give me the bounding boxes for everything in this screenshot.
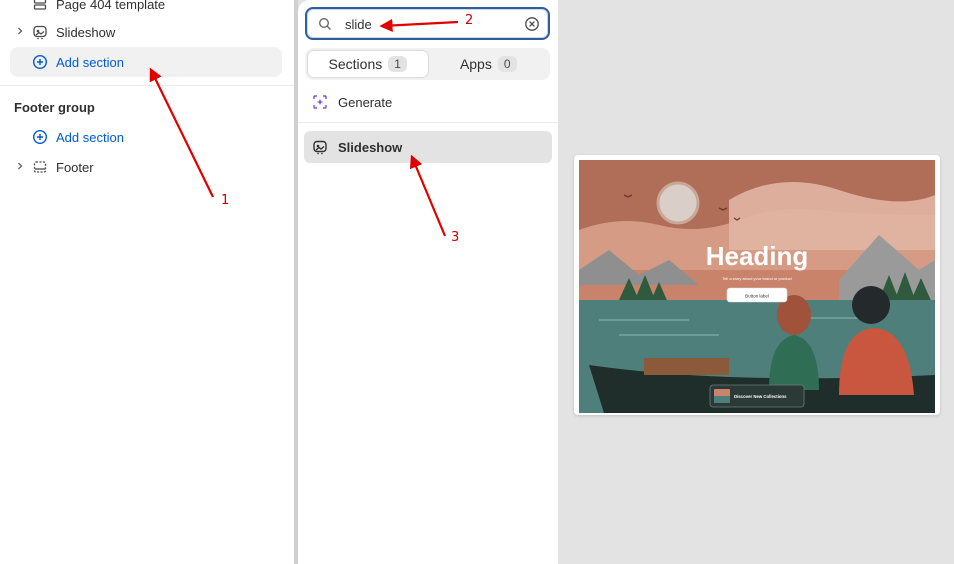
add-section-label: Add section	[56, 129, 124, 145]
chevron-right-icon[interactable]	[10, 161, 30, 174]
search-box[interactable]	[305, 7, 550, 40]
preview-bottom-card: Discover New Collections	[734, 394, 787, 399]
sidebar-item-label: Footer	[56, 159, 94, 175]
slideshow-preview-image: Heading Tell a story about your brand or…	[579, 160, 935, 413]
search-icon	[318, 17, 332, 31]
preview-button: Button label	[745, 294, 769, 299]
annotation-number: 2	[465, 13, 474, 28]
footer-group-title: Footer group	[14, 100, 95, 115]
sidebar-item-slideshow[interactable]: Slideshow	[10, 18, 282, 46]
generate-icon	[312, 94, 328, 110]
add-section-footer-button[interactable]: Add section	[10, 122, 282, 152]
sidebar-item-label: Slideshow	[56, 24, 116, 40]
sidebar-item-footer[interactable]: Footer	[10, 153, 282, 181]
plus-circle-icon	[32, 129, 48, 145]
chevron-right-icon[interactable]	[10, 26, 30, 39]
slideshow-icon	[32, 24, 48, 40]
section-preview-card: Heading Tell a story about your brand or…	[574, 155, 940, 415]
add-section-popover: Sections 1 Apps 0 Generate Slideshow	[298, 0, 558, 564]
sidebar-item-page-404[interactable]: Page 404 template	[10, 0, 282, 18]
clear-icon[interactable]	[524, 16, 540, 32]
add-section-label: Add section	[56, 54, 124, 70]
preview-subtext: Tell a story about your brand or product	[722, 276, 792, 281]
theme-editor-sidebar: Page 404 template Slideshow Add section …	[0, 0, 296, 564]
tab-bar: Sections 1 Apps 0	[305, 48, 550, 80]
tab-apps[interactable]: Apps 0	[429, 50, 549, 78]
slideshow-icon	[312, 139, 328, 155]
annotation-number: 3	[451, 230, 460, 245]
plus-circle-icon	[32, 54, 48, 70]
add-section-button[interactable]: Add section	[10, 47, 282, 77]
tab-sections[interactable]: Sections 1	[307, 50, 429, 78]
section-icon	[32, 0, 48, 12]
section-result-slideshow[interactable]: Slideshow	[304, 131, 552, 163]
search-input[interactable]	[343, 14, 513, 34]
divider	[298, 122, 558, 123]
generate-button[interactable]: Generate	[312, 92, 392, 112]
sidebar-item-label: Page 404 template	[56, 0, 166, 12]
count-badge: 1	[388, 56, 407, 72]
footer-icon	[32, 159, 48, 175]
divider	[0, 85, 296, 86]
annotation-number: 1	[221, 193, 230, 208]
preview-heading: Heading	[706, 241, 809, 271]
count-badge: 0	[497, 56, 517, 72]
